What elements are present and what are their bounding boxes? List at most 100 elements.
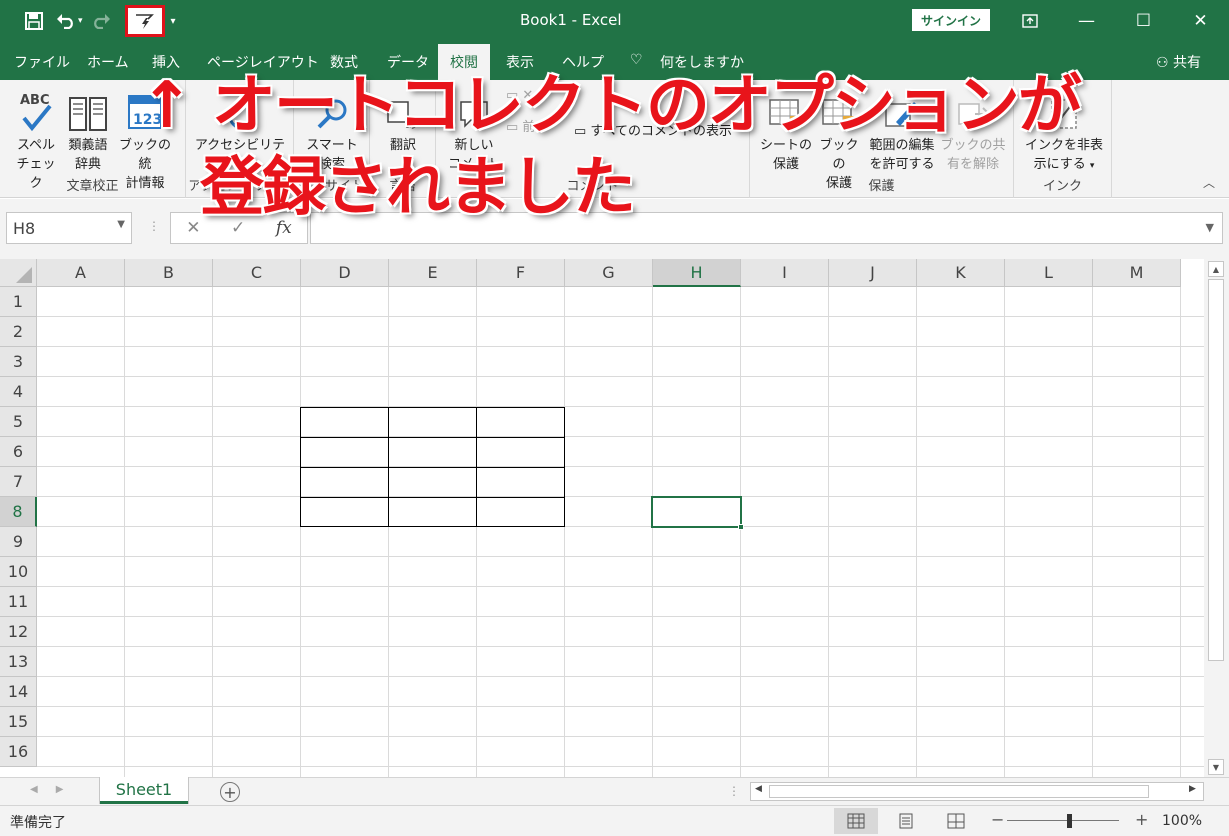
excel-window: ▾ ▾ Book1 - Excel サインイン — ☐ ✕ ファイル ホーム 挿… bbox=[0, 0, 1229, 836]
undo-dropdown-icon[interactable]: ▾ bbox=[78, 16, 83, 26]
row-header-7[interactable]: 7 bbox=[0, 467, 37, 497]
sheet-tab-sheet1[interactable]: Sheet1 bbox=[100, 777, 188, 804]
gridline bbox=[124, 287, 125, 777]
column-header-i[interactable]: I bbox=[741, 259, 829, 287]
collapse-ribbon-icon[interactable]: ︿ bbox=[1203, 174, 1215, 191]
add-sheet-icon[interactable]: + bbox=[220, 782, 240, 802]
gridline bbox=[828, 287, 829, 777]
maximize-icon[interactable]: ☐ bbox=[1115, 0, 1172, 42]
row-header-14[interactable]: 14 bbox=[0, 677, 37, 707]
window-title: Book1 - Excel bbox=[520, 11, 622, 29]
tab-split-handle[interactable]: ⋮ bbox=[728, 784, 740, 798]
row-header-4[interactable]: 4 bbox=[0, 377, 37, 407]
gridline bbox=[212, 287, 213, 777]
next-sheet-icon[interactable]: ▶ bbox=[56, 784, 64, 795]
gridline bbox=[37, 736, 1204, 737]
expand-formula-bar-icon[interactable]: ▼ bbox=[1206, 221, 1214, 234]
column-header-a[interactable]: A bbox=[37, 259, 125, 287]
quick-access-toolbar: ▾ ▾ bbox=[20, 5, 176, 37]
column-header-l[interactable]: L bbox=[1005, 259, 1093, 287]
zoom-knob[interactable] bbox=[1067, 814, 1072, 828]
column-header-k[interactable]: K bbox=[917, 259, 1005, 287]
scroll-down-icon[interactable]: ▼ bbox=[1208, 759, 1224, 775]
scroll-up-icon[interactable]: ▲ bbox=[1208, 261, 1224, 277]
row-header-12[interactable]: 12 bbox=[0, 617, 37, 647]
fill-handle[interactable] bbox=[738, 524, 744, 530]
gridline bbox=[37, 676, 1204, 677]
minimize-icon[interactable]: — bbox=[1058, 0, 1115, 42]
zoom-level[interactable]: 100% bbox=[1162, 813, 1202, 829]
close-icon[interactable]: ✕ bbox=[1172, 0, 1229, 42]
column-header-e[interactable]: E bbox=[389, 259, 477, 287]
horizontal-scrollbar[interactable]: ◀ ▶ bbox=[750, 782, 1204, 801]
customize-qat-icon[interactable]: ▾ bbox=[171, 16, 176, 27]
annotation-line-2: 登録されました bbox=[199, 150, 637, 226]
scroll-right-icon[interactable]: ▶ bbox=[1189, 784, 1196, 794]
column-header-d[interactable]: D bbox=[301, 259, 389, 287]
bordered-range bbox=[300, 407, 565, 527]
prev-sheet-icon[interactable]: ◀ bbox=[30, 784, 38, 795]
status-ready: 準備完了 bbox=[10, 815, 66, 831]
scroll-left-icon[interactable]: ◀ bbox=[755, 784, 762, 794]
column-header-g[interactable]: G bbox=[565, 259, 653, 287]
row-header-16[interactable]: 16 bbox=[0, 737, 37, 767]
annotation-line-1: ↑ オートコレクトのオプションが bbox=[139, 68, 1083, 144]
gridline bbox=[37, 556, 1204, 557]
active-cell[interactable] bbox=[651, 496, 744, 530]
cancel-icon[interactable]: ✕ bbox=[186, 218, 200, 238]
gridline bbox=[300, 287, 301, 777]
gridline bbox=[740, 287, 741, 777]
row-header-11[interactable]: 11 bbox=[0, 587, 37, 617]
chevron-down-icon[interactable]: ▼ bbox=[117, 219, 125, 230]
tab-file[interactable]: ファイル bbox=[14, 52, 70, 72]
page-break-view-icon[interactable] bbox=[934, 808, 978, 834]
tab-home[interactable]: ホーム bbox=[87, 52, 129, 72]
formula-bar-resize-handle[interactable]: ⋮ bbox=[148, 219, 160, 233]
worksheet-grid[interactable]: ABCDEFGHIJKLM 1 2 3 4 5 6 7 8 9 10 11 12 13 14 15 16 bbox=[0, 259, 1204, 777]
chevron-down-icon: ▾ bbox=[1089, 161, 1095, 171]
redo-icon[interactable] bbox=[87, 8, 115, 34]
column-header-c[interactable]: C bbox=[213, 259, 301, 287]
row-header-13[interactable]: 13 bbox=[0, 647, 37, 677]
row-header-5[interactable]: 5 bbox=[0, 407, 37, 437]
row-header-9[interactable]: 9 bbox=[0, 527, 37, 557]
row-header-1[interactable]: 1 bbox=[0, 287, 37, 317]
horizontal-scroll-thumb[interactable] bbox=[769, 785, 1149, 798]
zoom-out-icon[interactable]: − bbox=[991, 810, 1004, 829]
row-header-8[interactable]: 8 bbox=[0, 497, 37, 527]
gridline bbox=[564, 287, 565, 777]
hide-ink-label-2: 示にする bbox=[1033, 157, 1086, 172]
zoom-slider[interactable]: − + bbox=[985, 810, 1148, 832]
undo-icon[interactable] bbox=[52, 8, 80, 34]
column-header-b[interactable]: B bbox=[125, 259, 213, 287]
row-header-3[interactable]: 3 bbox=[0, 347, 37, 377]
ribbon-display-options-icon[interactable] bbox=[1001, 0, 1058, 42]
name-box[interactable]: H8 ▼ bbox=[6, 212, 132, 244]
zoom-track[interactable] bbox=[1007, 820, 1119, 821]
normal-view-icon[interactable] bbox=[834, 808, 878, 834]
spelling-label-1: スペル bbox=[16, 138, 56, 153]
column-header-m[interactable]: M bbox=[1093, 259, 1181, 287]
column-header-j[interactable]: J bbox=[829, 259, 917, 287]
thesaurus-button[interactable]: 類義語 辞典 bbox=[64, 86, 112, 174]
share-button[interactable]: ⚇ 共有 bbox=[1156, 52, 1201, 72]
gridline bbox=[1004, 287, 1005, 777]
gridline bbox=[37, 346, 1204, 347]
select-all-button[interactable] bbox=[0, 259, 37, 287]
signin-button[interactable]: サインイン bbox=[912, 9, 990, 31]
autocorrect-icon[interactable] bbox=[124, 5, 165, 37]
group-label-proofing: 文章校正 bbox=[66, 179, 119, 194]
zoom-in-icon[interactable]: + bbox=[1135, 810, 1148, 829]
vertical-scroll-thumb[interactable] bbox=[1208, 279, 1224, 661]
row-header-15[interactable]: 15 bbox=[0, 707, 37, 737]
vertical-scrollbar[interactable]: ▲ ▼ bbox=[1204, 259, 1229, 777]
row-header-10[interactable]: 10 bbox=[0, 557, 37, 587]
column-header-f[interactable]: F bbox=[477, 259, 565, 287]
column-header-h[interactable]: H bbox=[653, 259, 741, 287]
row-header-2[interactable]: 2 bbox=[0, 317, 37, 347]
save-icon[interactable] bbox=[20, 8, 48, 34]
sheet-navigation: ◀ ▶ bbox=[30, 784, 63, 795]
person-icon: ⚇ bbox=[1155, 55, 1173, 71]
page-layout-view-icon[interactable] bbox=[884, 808, 928, 834]
row-header-6[interactable]: 6 bbox=[0, 437, 37, 467]
